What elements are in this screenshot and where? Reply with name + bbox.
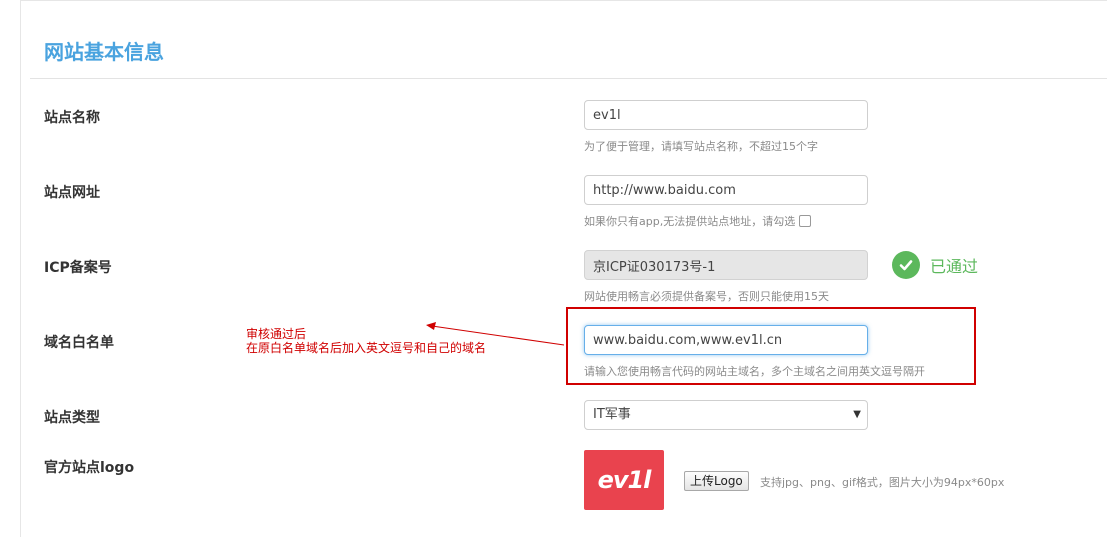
icp-hint: 网站使用畅言必须提供备案号，否则只能使用15天 [584,290,829,303]
site-type-label: 站点类型 [44,410,100,426]
site-url-input[interactable] [584,175,868,205]
icp-label: ICP备案号 [44,260,112,276]
site-name-input[interactable] [584,100,868,130]
site-name-label: 站点名称 [44,110,100,126]
domain-whitelist-hint: 请输入您使用畅言代码的网站主域名，多个主域名之间用英文逗号隔开 [584,365,925,378]
icp-input [584,250,868,280]
upload-logo-hint: 支持jpg、png、gif格式，图片大小为94px*60px [760,476,1005,489]
domain-whitelist-label: 域名白名单 [44,335,114,351]
triangle-down-icon: ▼ [853,409,861,420]
site-type-selected: IT军事 [593,407,631,422]
site-type-select[interactable]: IT军事 ▼ [584,400,868,430]
annotation-arrow [426,322,565,346]
domain-whitelist-input[interactable] [584,325,868,355]
site-url-label: 站点网址 [44,185,100,201]
site-logo-text: ev1l [597,466,652,494]
no-site-checkbox[interactable] [799,215,812,227]
site-url-hint: 如果你只有app,无法提供站点地址，请勾选 [584,215,796,228]
icp-status: 已通过 [892,251,978,279]
logo-label: 官方站点logo [44,460,135,476]
check-circle-icon [892,251,920,279]
site-name-hint: 为了便于管理，请填写站点名称，不超过15个字 [584,140,818,153]
section-title: 网站基本信息 [44,40,164,64]
upload-logo-button[interactable]: 上传Logo [684,471,749,491]
icp-status-text: 已通过 [930,257,979,276]
site-url-hint-row: 如果你只有app,无法提供站点地址，请勾选 [584,213,812,229]
site-logo-image: ev1l [584,450,664,510]
title-divider [30,78,1107,79]
